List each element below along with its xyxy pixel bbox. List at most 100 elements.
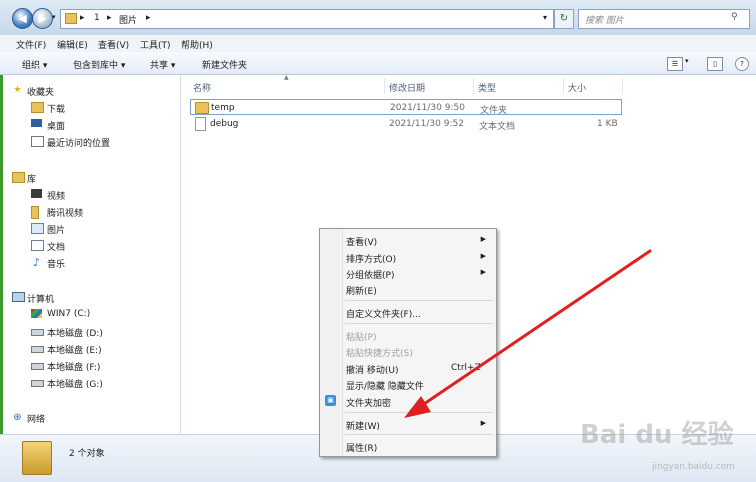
column-name[interactable]: 名称 — [193, 81, 211, 94]
ctx-view[interactable]: 查看(V) ▶ — [320, 232, 496, 248]
network-icon: ⊕ — [13, 412, 22, 423]
new-folder-button[interactable]: 新建文件夹 — [202, 58, 247, 71]
context-menu: 查看(V) ▶ 排序方式(O) ▶ 分组依据(P) ▶ 刷新(E) 自定义文件夹… — [319, 228, 497, 457]
breadcrumb-separator[interactable]: ▸ — [146, 13, 151, 23]
column-divider[interactable] — [473, 78, 474, 94]
nav-computer[interactable]: 计算机 — [0, 290, 180, 306]
video-icon — [31, 189, 42, 198]
breadcrumb-1[interactable]: 1 — [94, 13, 100, 23]
column-divider[interactable] — [622, 78, 623, 94]
nav-drive-g[interactable]: 本地磁盘 (G:) — [0, 375, 180, 391]
nav-label: 计算机 — [27, 295, 55, 305]
forward-button[interactable]: ▶ — [32, 8, 53, 29]
nav-label: 下载 — [47, 105, 66, 115]
hard-drive-icon — [31, 329, 44, 336]
nav-pictures[interactable]: 图片 — [0, 221, 180, 237]
nav-label: 本地磁盘 (G:) — [47, 380, 103, 390]
breadcrumb-separator[interactable]: ▸ — [80, 13, 85, 23]
file-date: 2021/11/30 9:52 — [389, 119, 464, 129]
nav-videos[interactable]: 视频 — [0, 187, 180, 203]
nav-favorites[interactable]: ★ 收藏夹 — [0, 83, 180, 99]
submenu-arrow-icon: ▶ — [480, 235, 486, 243]
ctx-label: 属性(R) — [346, 444, 378, 454]
ctx-label: 新建(W) — [346, 422, 380, 432]
menu-bar: 文件(F) 编辑(E) 查看(V) 工具(T) 帮助(H) — [0, 35, 756, 53]
ctx-paste[interactable]: 粘贴(P) — [320, 327, 496, 343]
nav-music[interactable]: ♪ 音乐 — [0, 255, 180, 271]
nav-downloads[interactable]: 下载 — [0, 100, 180, 116]
hard-drive-icon — [31, 346, 44, 353]
view-options-icon[interactable]: ☰ — [667, 57, 683, 71]
ctx-refresh[interactable]: 刷新(E) — [320, 281, 496, 297]
search-placeholder: 搜索 图片 — [585, 16, 624, 26]
star-icon: ★ — [13, 85, 22, 95]
nav-network[interactable]: ⊕ 网络 — [0, 410, 180, 426]
ctx-paste-shortcut[interactable]: 粘贴快捷方式(S) — [320, 343, 496, 359]
menu-separator — [345, 323, 493, 324]
nav-drive-f[interactable]: 本地磁盘 (F:) — [0, 358, 180, 374]
file-row-debug[interactable]: debug 2021/11/30 9:52 文本文档 1 KB — [190, 116, 622, 132]
ctx-customize-folder[interactable]: 自定义文件夹(F)... — [320, 304, 496, 320]
nav-documents[interactable]: 文档 — [0, 238, 180, 254]
file-row-temp[interactable]: temp 2021/11/30 9:50 文件夹 — [190, 99, 622, 116]
desktop-icon — [31, 119, 42, 127]
ctx-sort[interactable]: 排序方式(O) ▶ — [320, 249, 496, 265]
breadcrumb-separator[interactable]: ▸ — [107, 13, 112, 23]
ctx-show-hide-hidden[interactable]: 显示/隐藏 隐藏文件 — [320, 376, 496, 392]
column-headers: 名称 ▲ 修改日期 类型 大小 — [181, 74, 756, 95]
nav-tencent-video[interactable]: 腾讯视频 — [0, 204, 180, 220]
nav-drive-d[interactable]: 本地磁盘 (D:) — [0, 324, 180, 340]
large-folder-icon — [22, 441, 52, 475]
submenu-arrow-icon: ▶ — [480, 268, 486, 276]
nav-label: 图片 — [47, 226, 66, 236]
ctx-folder-encrypt[interactable]: ▣ 文件夹加密 — [320, 393, 496, 409]
ctx-properties[interactable]: 属性(R) — [320, 438, 496, 454]
include-library-button[interactable]: 包含到库中 ▾ — [73, 58, 125, 71]
folder-icon — [31, 206, 39, 219]
menu-separator — [345, 300, 493, 301]
column-size[interactable]: 大小 — [568, 81, 586, 94]
organize-button[interactable]: 组织 ▾ — [22, 58, 47, 71]
column-date[interactable]: 修改日期 — [389, 81, 425, 94]
menu-file[interactable]: 文件(F) — [16, 38, 46, 51]
share-button[interactable]: 共享 ▾ — [150, 58, 175, 71]
libraries-icon — [12, 172, 25, 183]
preview-pane-icon[interactable]: ▯ — [707, 57, 723, 71]
ctx-undo-move[interactable]: 撤消 移动(U) Ctrl+Z — [320, 360, 496, 376]
ctx-new[interactable]: 新建(W) ▶ — [320, 416, 496, 432]
nav-label: 视频 — [47, 192, 66, 202]
back-button[interactable]: ◀ — [12, 8, 33, 29]
menu-separator — [345, 412, 493, 413]
view-dropdown-icon[interactable]: ▾ — [685, 57, 689, 65]
command-toolbar: 组织 ▾ 包含到库中 ▾ 共享 ▾ 新建文件夹 ☰ ▾ ▯ ? — [0, 52, 756, 75]
ctx-label: 分组依据(P) — [346, 271, 395, 281]
file-date: 2021/11/30 9:50 — [390, 103, 465, 113]
navigation-pane: ★ 收藏夹 下载 桌面 最近访问的位置 库 视频 腾讯视频 图片 文档 ♪ 音乐… — [0, 75, 181, 434]
hard-drive-icon — [31, 363, 44, 370]
nav-drive-e[interactable]: 本地磁盘 (E:) — [0, 341, 180, 357]
search-icon[interactable]: ⚲ — [731, 12, 738, 22]
documents-icon — [31, 240, 44, 251]
baidu-watermark-logo: Bai du 经验 — [580, 420, 734, 450]
nav-desktop[interactable]: 桌面 — [0, 117, 180, 133]
nav-libraries[interactable]: 库 — [0, 170, 180, 186]
menu-tools[interactable]: 工具(T) — [140, 38, 171, 51]
ctx-group[interactable]: 分组依据(P) ▶ — [320, 265, 496, 281]
address-input[interactable]: ▸ 1 ▸ 图片 ▸ — [60, 9, 554, 29]
column-type[interactable]: 类型 — [478, 81, 496, 94]
menu-edit[interactable]: 编辑(E) — [57, 38, 88, 51]
recent-pages-dropdown[interactable]: ▾ — [52, 13, 56, 21]
nav-drive-c[interactable]: WIN7 (C:) — [0, 307, 180, 323]
refresh-icon[interactable]: ↻ — [554, 9, 574, 29]
ctx-label: 粘贴快捷方式(S) — [346, 349, 413, 359]
address-dropdown-button[interactable]: ▾ — [538, 9, 552, 27]
submenu-arrow-icon: ▶ — [480, 419, 486, 427]
help-icon[interactable]: ? — [735, 57, 749, 71]
breadcrumb-pictures[interactable]: 图片 — [119, 13, 137, 26]
column-divider[interactable] — [384, 78, 385, 94]
menu-help[interactable]: 帮助(H) — [181, 38, 213, 51]
column-divider[interactable] — [563, 78, 564, 94]
menu-view[interactable]: 查看(V) — [98, 38, 129, 51]
nav-recent[interactable]: 最近访问的位置 — [0, 134, 180, 150]
search-input[interactable]: 搜索 图片 ⚲ — [578, 9, 750, 29]
